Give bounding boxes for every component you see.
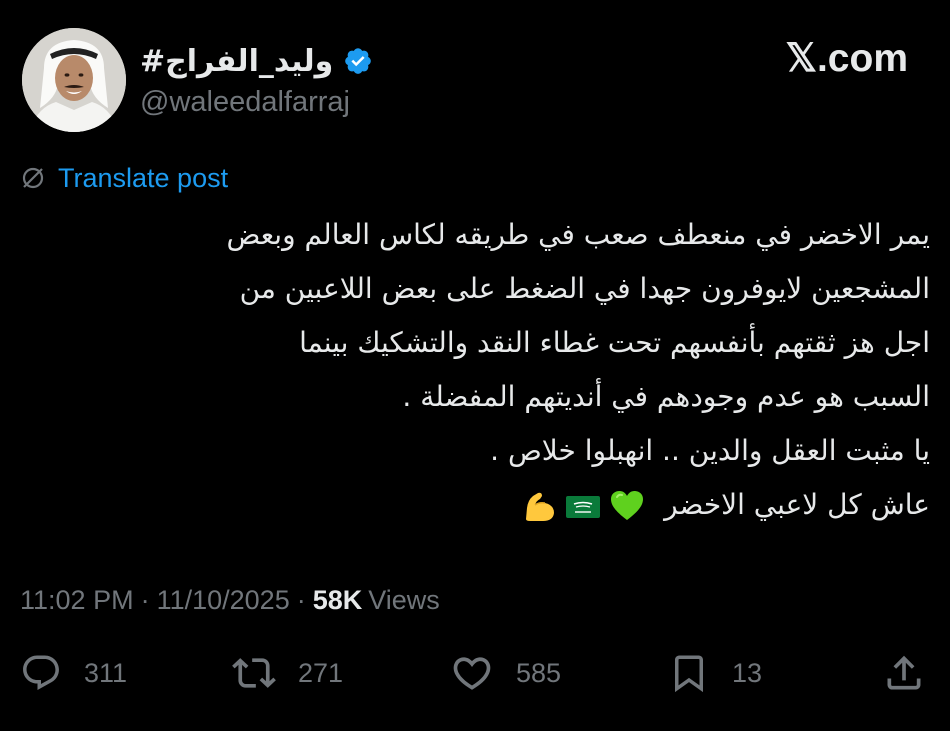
views-count: 58K xyxy=(312,584,363,615)
post-time[interactable]: 11:02 PM xyxy=(20,585,134,616)
bookmark-icon xyxy=(675,655,703,693)
author-name-row[interactable]: #وليد_الفراج xyxy=(140,38,373,84)
post-line-last: عاش كل لاعبي الاخضر xyxy=(20,478,930,532)
post-line: يا مثبت العقل والدين .. انهبلوا خلاص . xyxy=(490,434,930,467)
translate-post-link[interactable]: Translate post xyxy=(58,163,228,194)
post-text: يمر الاخضر في منعطف صعب في طريقه لكاس ال… xyxy=(20,208,930,532)
avatar-photo xyxy=(22,28,126,132)
meta-separator: · xyxy=(140,584,150,615)
meta-separator: · xyxy=(296,584,306,615)
avatar[interactable] xyxy=(22,28,126,132)
reply-button[interactable]: 311 xyxy=(20,648,127,698)
reply-icon xyxy=(23,655,59,690)
post-line: عاش كل لاعبي الاخضر xyxy=(664,488,930,521)
views-label: Views xyxy=(368,584,440,615)
share-icon xyxy=(887,655,921,690)
green-heart-icon xyxy=(609,488,645,524)
author-display-name[interactable]: #وليد_الفراج xyxy=(140,44,333,79)
share-button[interactable] xyxy=(882,648,926,698)
repost-count: 271 xyxy=(298,657,344,688)
post-line: اجل هز ثقتهم بأنفسهم تحت غطاء النقد والت… xyxy=(299,326,930,359)
bookmark-count: 13 xyxy=(732,657,763,688)
heart-icon xyxy=(453,657,491,690)
post-date[interactable]: 11/10/2025 xyxy=(157,585,290,616)
flexed-biceps-icon xyxy=(521,488,557,524)
like-count: 585 xyxy=(516,657,562,688)
post-line: المشجعين لايوفرون جهدا في الضغط على بعض … xyxy=(239,272,930,305)
repost-button[interactable]: 271 xyxy=(232,648,343,698)
translate-post-row[interactable]: Translate post xyxy=(20,160,228,196)
verified-badge-icon xyxy=(345,48,372,74)
like-button[interactable]: 585 xyxy=(450,648,561,698)
emoji-row xyxy=(521,488,645,524)
bookmark-button[interactable]: 13 xyxy=(668,648,762,698)
translate-globe-icon xyxy=(22,167,44,189)
post-meta: 11:02 PM · 11/10/2025 · 58K Views xyxy=(20,580,440,620)
post-line: السبب هو عدم وجودهم في أنديتهم المفضلة . xyxy=(402,380,930,413)
author-handle[interactable]: @waleedalfarraj xyxy=(140,86,350,119)
action-bar: 311 271 585 13 xyxy=(0,648,950,698)
post-line: يمر الاخضر في منعطف صعب في طريقه لكاس ال… xyxy=(226,218,931,251)
reply-count: 311 xyxy=(84,657,128,688)
repost-icon xyxy=(232,658,276,688)
x-brand-logo: 𝕏.com xyxy=(785,37,908,80)
saudi-flag-icon xyxy=(565,488,601,524)
